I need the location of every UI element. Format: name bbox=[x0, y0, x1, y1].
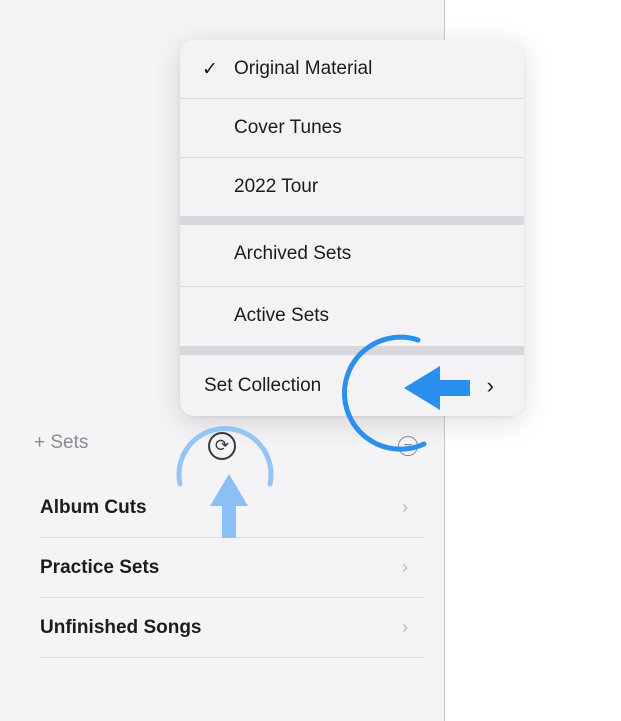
set-row-album-cuts[interactable]: Album Cuts › bbox=[40, 478, 424, 538]
chevron-right-icon: › bbox=[402, 557, 408, 577]
menu-item-2022-tour[interactable]: 2022 Tour bbox=[180, 158, 524, 216]
menu-item-active-sets[interactable]: Active Sets bbox=[180, 287, 524, 345]
menu-item-cover-tunes[interactable]: Cover Tunes bbox=[180, 99, 524, 157]
set-name: Unfinished Songs bbox=[40, 616, 202, 638]
menu-item-label: 2022 Tour bbox=[234, 176, 319, 197]
menu-item-label: Set Collection bbox=[204, 374, 322, 396]
chevron-right-icon: › bbox=[486, 372, 494, 398]
remove-icon[interactable]: − bbox=[398, 436, 418, 456]
menu-item-label: Original Material bbox=[234, 58, 373, 79]
menu-group-separator bbox=[180, 346, 524, 355]
set-name: Album Cuts bbox=[40, 496, 147, 518]
checkmark-icon: ✓ bbox=[202, 58, 218, 80]
menu-item-label: Archived Sets bbox=[234, 243, 352, 264]
set-row-practice-sets[interactable]: Practice Sets › bbox=[40, 538, 424, 598]
menu-group-separator bbox=[180, 216, 524, 225]
set-name: Practice Sets bbox=[40, 556, 160, 578]
set-collection-menu: ✓ Original Material Cover Tunes 2022 Tou… bbox=[180, 40, 524, 416]
set-row-unfinished-songs[interactable]: Unfinished Songs › bbox=[40, 598, 424, 658]
cycle-collection-icon[interactable]: ⟳ bbox=[208, 432, 236, 460]
menu-item-label: Active Sets bbox=[234, 305, 330, 326]
menu-item-set-collection[interactable]: Set Collection › bbox=[180, 355, 524, 416]
menu-item-archived-sets[interactable]: Archived Sets bbox=[180, 225, 524, 283]
set-list: Album Cuts › Practice Sets › Unfinished … bbox=[40, 478, 424, 658]
sets-header: + Sets ⟳ − bbox=[34, 430, 434, 466]
menu-item-original-material[interactable]: ✓ Original Material bbox=[180, 40, 524, 98]
add-sets-button[interactable]: + Sets bbox=[34, 432, 88, 454]
chevron-right-icon: › bbox=[402, 617, 408, 637]
chevron-right-icon: › bbox=[402, 497, 408, 517]
menu-item-label: Cover Tunes bbox=[234, 117, 342, 138]
